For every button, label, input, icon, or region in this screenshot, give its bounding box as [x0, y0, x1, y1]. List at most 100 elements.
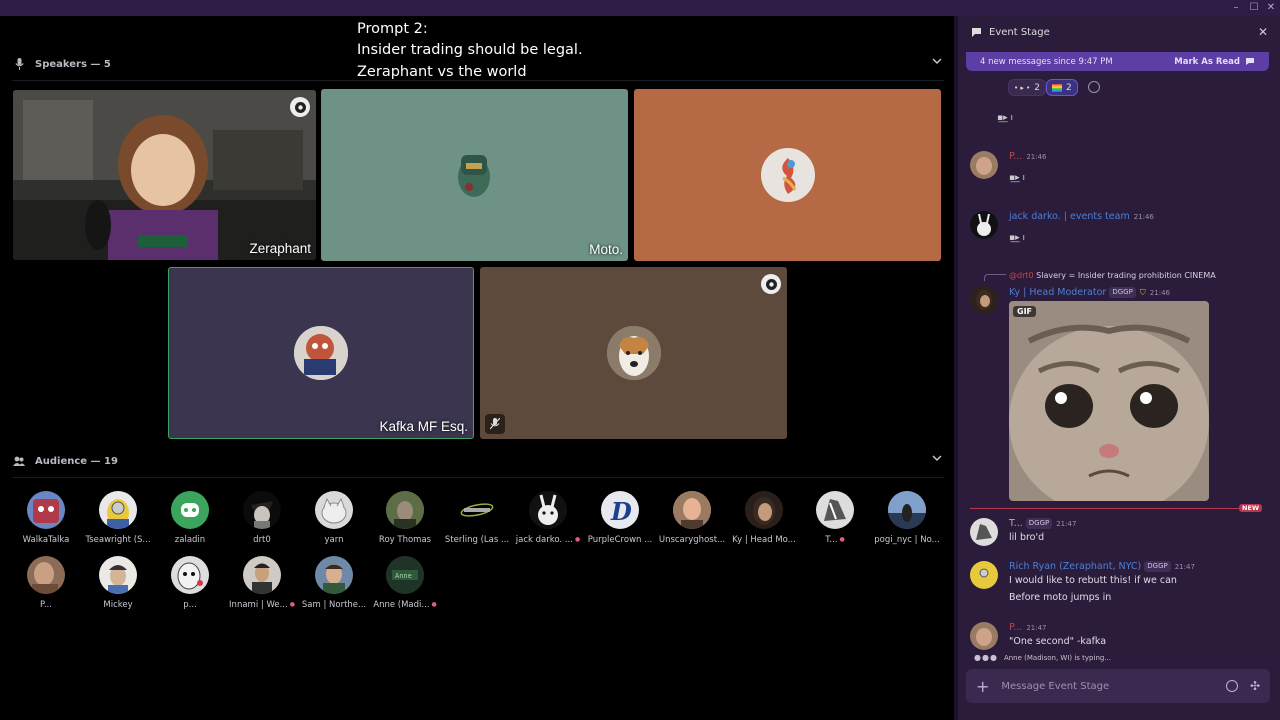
audience-member[interactable]: Sam | Northe... — [298, 556, 370, 616]
audience-name: T... ● — [825, 535, 845, 545]
zeraphant-video-feed — [13, 90, 316, 260]
message-time: 21:47 — [1026, 624, 1047, 632]
message-author[interactable]: P... — [1009, 622, 1022, 633]
audience-avatar — [315, 491, 353, 529]
apps-icon[interactable]: ✣ — [1250, 679, 1260, 693]
gif-attachment[interactable]: GIF — [1009, 301, 1209, 501]
message-composer[interactable]: + Message Event Stage ✣ — [966, 669, 1270, 703]
stage-area: Prompt 2: Insider trading should be lega… — [0, 16, 954, 720]
maximize-icon[interactable]: ☐ — [1248, 2, 1260, 14]
audience-member[interactable]: Mickey — [82, 556, 154, 616]
add-attachment-icon[interactable]: + — [976, 677, 989, 696]
audience-name: Ky | Head Mo... — [732, 535, 796, 545]
message-input[interactable]: Message Event Stage — [1001, 681, 1109, 692]
audience-name: P... — [40, 600, 52, 610]
emoji-sticker: ▪̲▸̲ ı — [1009, 233, 1025, 243]
audience-avatar — [888, 491, 926, 529]
add-reaction-icon[interactable] — [1088, 81, 1100, 93]
audience-name: drt0 — [253, 535, 271, 545]
audience-member[interactable]: zaladin — [154, 491, 226, 551]
new-badge: NEW — [1239, 504, 1263, 512]
audience-member[interactable]: T... ● — [799, 491, 871, 551]
speaker-avatar — [294, 326, 348, 380]
audience-member[interactable]: Sterling (Las ... — [441, 491, 513, 551]
new-messages-divider — [970, 508, 1252, 509]
people-icon — [12, 454, 26, 468]
speaker-tile-moto[interactable]: Moto. — [321, 89, 628, 261]
audience-member[interactable]: Tseawright (S... — [82, 491, 154, 551]
chevron-down-icon[interactable] — [932, 57, 942, 68]
message-author[interactable]: jack darko. | events team — [1009, 211, 1130, 222]
message-avatar[interactable] — [970, 518, 998, 546]
audience-member[interactable]: Roy Thomas — [369, 491, 441, 551]
audience-member[interactable]: drt0 — [226, 491, 298, 551]
message-text: lil bro'd — [1009, 532, 1045, 543]
speaker-tile-kafka[interactable]: Kafka MF Esq. — [168, 267, 474, 439]
audience-member[interactable]: Ky | Head Mo... — [728, 491, 800, 551]
audience-name: zaladin — [174, 535, 206, 545]
gift-icon[interactable] — [1225, 680, 1238, 692]
server-tag: DGGP — [1109, 287, 1136, 298]
audience-avatar: Anne — [386, 556, 424, 594]
audience-member[interactable]: pogi_nyc | No... — [871, 491, 943, 551]
gif-label: GIF — [1013, 306, 1037, 317]
audience-avatar — [315, 556, 353, 594]
new-messages-bar[interactable]: 4 new messages since 9:47 PM Mark As Rea… — [966, 52, 1269, 71]
audience-name: yarn — [324, 535, 344, 545]
message-avatar[interactable] — [970, 622, 998, 650]
message-meta: jack darko. | events team 21:46 — [1009, 211, 1154, 222]
minimize-icon[interactable]: – — [1230, 2, 1242, 14]
reaction-chip[interactable]: • ▸ • 2 — [1008, 79, 1046, 96]
chat-panel: Event Stage ✕ 4 new messages since 9:47 … — [958, 16, 1280, 720]
audience-name: WalkaTalka — [22, 535, 70, 545]
message-author[interactable]: Rich Ryan (Zeraphant, NYC) — [1009, 561, 1141, 572]
message-meta: Rich Ryan (Zeraphant, NYC) DGGP 21:47 — [1009, 561, 1195, 572]
reply-connector — [984, 274, 1006, 281]
audience-member[interactable]: jack darko. ... ● — [512, 491, 584, 551]
message-avatar[interactable] — [970, 151, 998, 179]
speaker-tile-3[interactable] — [634, 89, 941, 261]
emoji-sticker: ▪̲▸̲ ı — [1009, 173, 1025, 183]
message-author[interactable]: T... — [1009, 518, 1023, 529]
speakers-title: Speakers — 5 — [35, 58, 111, 70]
audience-name: jack darko. ... ● — [515, 535, 581, 545]
close-icon[interactable]: ✕ — [1258, 25, 1268, 39]
audience-header[interactable]: Audience — 19 — [12, 450, 944, 472]
reaction-emoji-icon: • ▸ • — [1014, 83, 1031, 92]
audience-avatar — [386, 491, 424, 529]
audience-name: Unscaryghost... — [658, 535, 726, 545]
message-text: I would like to rebutt this! if we can — [1009, 575, 1177, 586]
message-avatar[interactable] — [970, 286, 998, 314]
audience-member[interactable]: WalkaTalka — [10, 491, 82, 551]
message-text: "One second" -kafka — [1009, 636, 1107, 647]
speaker-tile-5[interactable] — [480, 267, 787, 439]
close-window-icon[interactable]: ✕ — [1265, 2, 1277, 14]
mark-as-read-label: Mark As Read — [1174, 56, 1240, 67]
mark-as-read-button[interactable]: Mark As Read — [1174, 57, 1255, 67]
message-avatar[interactable] — [970, 211, 998, 239]
prompt-caption-line-1: Prompt 2: — [357, 21, 428, 37]
audience-member[interactable]: yarn — [298, 491, 370, 551]
audience-member[interactable]: D PurpleCrown ... — [584, 491, 656, 551]
audience-member[interactable]: Unscaryghost... — [656, 491, 728, 551]
audience-avatar — [27, 556, 65, 594]
message-author[interactable]: Ky | Head Moderator — [1009, 287, 1106, 298]
chevron-down-icon[interactable] — [932, 454, 942, 465]
reply-preview[interactable]: @drt0 Slavery = Insider trading prohibit… — [1009, 271, 1216, 280]
speakers-header[interactable]: Speakers — 5 — [12, 53, 944, 75]
microphone-icon — [12, 57, 26, 71]
audience-member[interactable]: Innami | We... ● — [226, 556, 298, 616]
message-avatar[interactable] — [970, 561, 998, 589]
speaker-tile-zeraphant[interactable]: Zeraphant — [13, 90, 316, 260]
message-author[interactable]: P... — [1009, 151, 1022, 162]
audience-member[interactable]: P... — [10, 556, 82, 616]
audience-avatar — [745, 491, 783, 529]
speaker-name: Moto. — [589, 242, 623, 257]
audience-member[interactable]: p... — [154, 556, 226, 616]
reaction-chip[interactable]: 2 — [1046, 79, 1078, 96]
audience-avatar — [27, 491, 65, 529]
divider — [12, 477, 944, 478]
server-tag: DGGP — [1144, 561, 1171, 572]
audience-member[interactable]: Anne Anne (Madi... ● — [369, 556, 441, 616]
audience-avatar: D — [601, 491, 639, 529]
